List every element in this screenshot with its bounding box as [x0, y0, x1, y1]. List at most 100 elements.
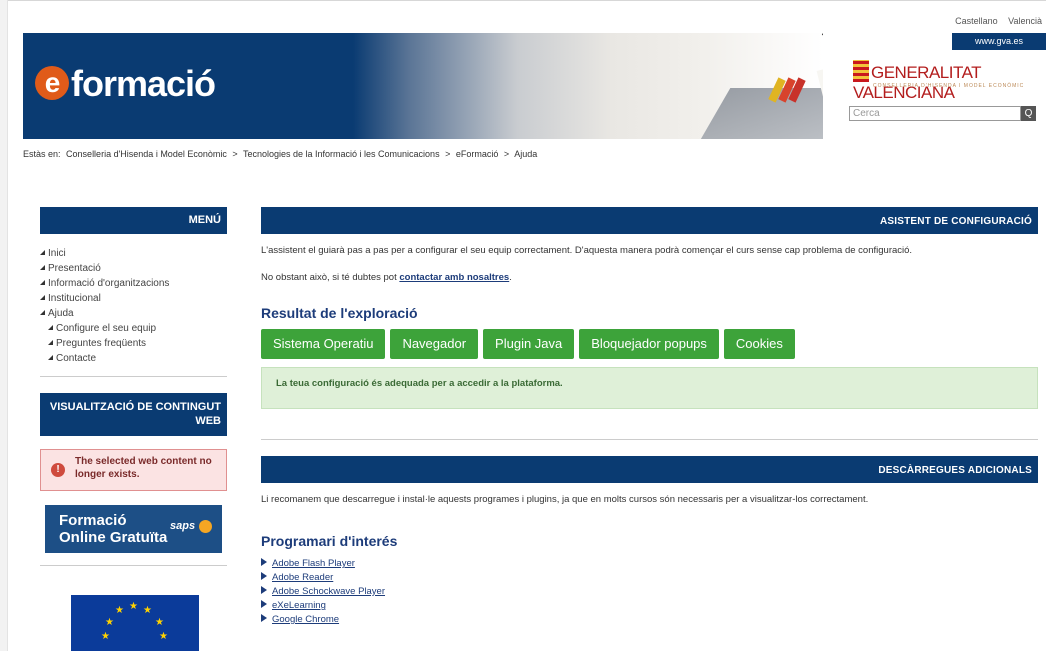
breadcrumb-separator: >: [232, 149, 238, 159]
play-bullet-icon: [261, 558, 267, 566]
saps-banner[interactable]: Formació Online Gratuïta saps: [45, 505, 222, 553]
cookies-button[interactable]: Cookies: [723, 329, 795, 359]
menu-item-contacte[interactable]: Contacte: [40, 351, 227, 366]
play-bullet-icon: [261, 586, 267, 594]
software-label: eXeLearning: [272, 600, 326, 611]
language-links: Castellano Valencià: [947, 16, 1042, 26]
star-icon: ★: [155, 617, 164, 628]
success-alert: La teua configuració és adequada per a a…: [261, 367, 1038, 409]
language-bar: Castellano Valencià: [8, 0, 1046, 33]
star-icon: ★: [105, 617, 114, 628]
menu-list: Inici Presentació Informació d'organitza…: [40, 234, 227, 377]
saps-logo: saps: [170, 520, 196, 532]
plugin-java-button[interactable]: Plugin Java: [483, 329, 575, 359]
software-list: Adobe Flash Player Adobe Reader Adobe Sc…: [261, 557, 1038, 627]
software-link-exelearning[interactable]: eXeLearning: [261, 599, 1038, 613]
star-icon: ★: [115, 605, 124, 616]
play-bullet-icon: [261, 614, 267, 622]
eformacio-logo[interactable]: e formació: [35, 63, 216, 105]
triangle-bullet-icon: [48, 325, 53, 330]
breadcrumb-item[interactable]: Ajuda: [514, 149, 537, 159]
play-bullet-icon: [261, 572, 267, 580]
triangle-bullet-icon: [40, 280, 45, 285]
sidebar-divider: [40, 565, 227, 566]
banner-photo: [353, 33, 970, 139]
contact-prefix: No obstant això, si té dubtes pot: [261, 272, 397, 283]
menu-item-label: Configure el seu equip: [56, 323, 157, 334]
navegador-button[interactable]: Navegador: [390, 329, 479, 359]
menu-item-organitzacions[interactable]: Informació d'organitzacions: [40, 276, 227, 291]
main-content: ASISTENT DE CONFIGURACIÓ L'assistent el …: [261, 207, 1038, 627]
saps-logo-dot-icon: [199, 520, 212, 533]
coat-of-arms-icon: [853, 60, 869, 82]
downloads-intro: Li recomanem que descarregue i instal·le…: [261, 494, 869, 505]
software-label: Google Chrome: [272, 614, 340, 625]
lang-castellano[interactable]: Castellano: [955, 16, 998, 26]
eu-flag-image[interactable]: ★ ★ ★ ★ ★ ★ ★: [71, 595, 199, 651]
breadcrumb-prefix: Estàs en:: [23, 149, 61, 159]
breadcrumb-item[interactable]: eFormació: [456, 149, 499, 159]
contact-suffix: .: [509, 272, 512, 283]
menu-item-label: Ajuda: [48, 308, 74, 319]
search-button[interactable]: Q: [1021, 106, 1036, 121]
generalitat-logo[interactable]: GENERALITAT VALENCIANA: [853, 60, 1046, 103]
star-icon: ★: [129, 601, 138, 612]
menu-title: MENÚ: [40, 207, 227, 234]
menu-item-label: Inici: [48, 248, 66, 259]
menu-item-label: Contacte: [56, 353, 97, 364]
menu-item-presentacio[interactable]: Presentació: [40, 261, 227, 276]
gov-brand-area: www.gva.es GENERALITAT VALENCIANA CONSEL…: [823, 33, 1046, 139]
triangle-bullet-icon: [40, 310, 45, 315]
menu-item-label: Preguntes freqüents: [56, 338, 147, 349]
software-label: Adobe Schockwave Player: [272, 586, 386, 597]
search-input[interactable]: Cerca: [849, 106, 1021, 121]
left-rail: [0, 0, 8, 651]
lang-valencia[interactable]: Valencià: [1008, 16, 1042, 26]
breadcrumb-separator: >: [503, 149, 510, 159]
menu-item-inici[interactable]: Inici: [40, 246, 227, 261]
breadcrumb-item[interactable]: Conselleria d'Hisenda i Model Econòmic: [66, 149, 227, 159]
saps-line2: Online Gratuïta: [59, 529, 168, 546]
config-title: ASISTENT DE CONFIGURACIÓ: [261, 207, 1038, 234]
check-buttons: Sistema Operatiu Navegador Plugin Java B…: [261, 329, 1038, 359]
software-label: Adobe Reader: [272, 572, 334, 583]
menu-item-configure[interactable]: Configure el seu equip: [40, 321, 227, 336]
gva-link[interactable]: www.gva.es: [952, 33, 1046, 50]
error-icon: !: [51, 463, 65, 477]
menu-item-preguntes[interactable]: Preguntes freqüents: [40, 336, 227, 351]
menu-item-label: Institucional: [48, 293, 101, 304]
triangle-bullet-icon: [40, 265, 45, 270]
triangle-bullet-icon: [48, 340, 53, 345]
conselleria-subtitle: CONSELLERIA D'HISENDA I MODEL ECONÒMIC: [873, 83, 1025, 89]
contact-link[interactable]: contactar amb nosaltres: [399, 272, 509, 283]
contact-paragraph: No obstant això, si té dubtes pot contac…: [261, 272, 1038, 283]
breadcrumb-item[interactable]: Tecnologies de la Informació i les Comun…: [243, 149, 440, 159]
star-icon: ★: [101, 631, 110, 642]
sidebar: MENÚ Inici Presentació Informació d'orga…: [40, 207, 227, 651]
breadcrumb: Estàs en: Conselleria d'Hisenda i Model …: [23, 149, 540, 159]
software-link-shockwave[interactable]: Adobe Schockwave Player: [261, 585, 1038, 599]
e-logo-icon: e: [35, 66, 69, 100]
downloads-title: DESCÀRREGUES ADICIONALS: [261, 456, 1038, 483]
intro-text: L'assistent el guiarà pas a pas per a co…: [261, 245, 913, 256]
menu-item-label: Presentació: [48, 263, 101, 274]
menu-item-ajuda[interactable]: Ajuda: [40, 306, 227, 321]
result-title: Resultat de l'exploració: [261, 305, 418, 321]
software-link-flash[interactable]: Adobe Flash Player: [261, 557, 1038, 571]
saps-line1: Formació: [59, 512, 127, 529]
bloquejador-popups-button[interactable]: Bloquejador popups: [579, 329, 719, 359]
web-content-title: VISUALITZACIÓ DE CONTINGUT WEB: [40, 393, 227, 436]
main-divider: [261, 439, 1038, 440]
logo-text: formació: [71, 63, 216, 104]
menu-item-label: Informació d'organitzacions: [48, 278, 170, 289]
software-link-reader[interactable]: Adobe Reader: [261, 571, 1038, 585]
breadcrumb-separator: >: [445, 149, 451, 159]
star-icon: ★: [159, 631, 168, 642]
menu-item-institucional[interactable]: Institucional: [40, 291, 227, 306]
sistema-operatiu-button[interactable]: Sistema Operatiu: [261, 329, 386, 359]
star-icon: ★: [143, 605, 152, 616]
software-link-chrome[interactable]: Google Chrome: [261, 613, 1038, 627]
error-message: The selected web content no longer exist…: [75, 456, 212, 480]
markers-image: [768, 77, 807, 103]
software-label: Adobe Flash Player: [272, 558, 355, 569]
